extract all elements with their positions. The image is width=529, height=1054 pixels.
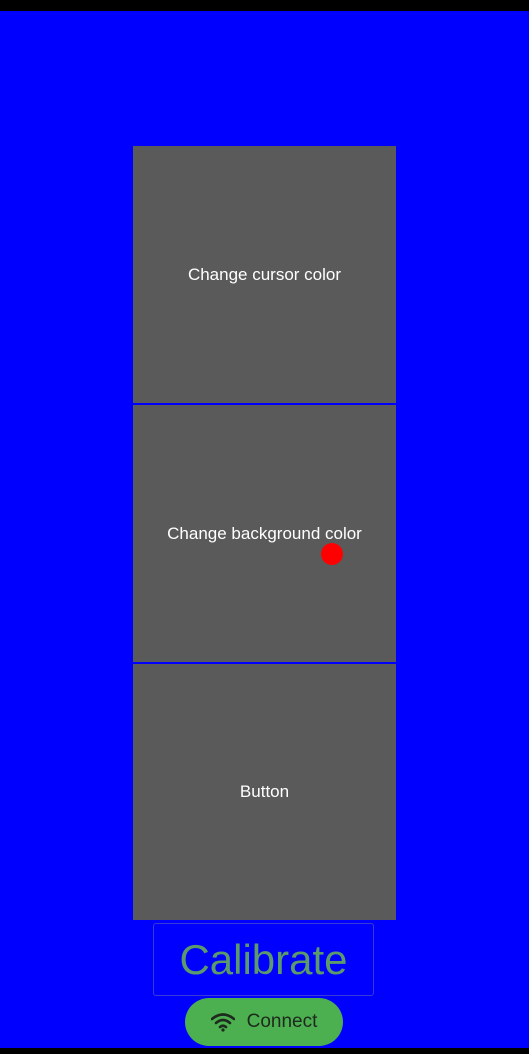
navigation-bar (0, 1048, 529, 1054)
generic-button-label: Button (239, 782, 290, 801)
status-bar (0, 0, 529, 11)
change-cursor-color-label: Change cursor color (187, 264, 342, 284)
generic-button[interactable]: Button (133, 664, 396, 920)
wifi-icon (210, 1013, 235, 1032)
connect-button[interactable]: Connect (185, 998, 343, 1046)
connect-label: Connect (246, 1011, 318, 1032)
change-background-color-label: Change background color (167, 523, 362, 543)
calibrate-label: Calibrate (179, 935, 348, 983)
app-screen: Change cursor color Change background co… (0, 0, 529, 1054)
calibrate-button[interactable]: Calibrate (153, 923, 374, 996)
change-background-color-button[interactable]: Change background color (133, 405, 396, 662)
change-cursor-color-button[interactable]: Change cursor color (133, 146, 396, 403)
